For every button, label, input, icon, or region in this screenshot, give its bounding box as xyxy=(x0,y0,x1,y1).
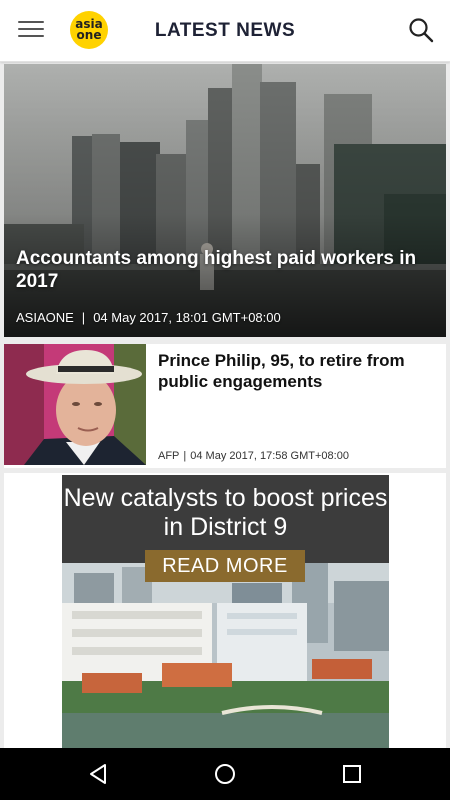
meta-separator: | xyxy=(81,310,86,325)
article-headline[interactable]: Prince Philip, 95, to retire from public… xyxy=(158,350,440,392)
featured-article-image xyxy=(4,64,446,337)
featured-article-meta: ASIAONE | 04 May 2017, 18:01 GMT+08:00 xyxy=(16,310,281,325)
article-card[interactable]: Prince Philip, 95, to retire from public… xyxy=(4,344,446,468)
app-bar: asia one LATEST NEWS xyxy=(0,0,450,62)
page-title: LATEST NEWS xyxy=(154,20,296,41)
featured-article-headline[interactable]: Accountants among highest paid workers i… xyxy=(16,247,440,293)
back-triangle-icon[interactable] xyxy=(86,762,110,786)
ad-container: New catalysts to boost prices in Distric… xyxy=(4,473,446,748)
read-more-button[interactable]: READ MORE xyxy=(145,550,305,582)
article-source: ASIAONE xyxy=(16,310,74,325)
article-source: AFP xyxy=(158,450,180,462)
search-icon[interactable] xyxy=(408,17,434,43)
ad-headline: New catalysts to boost prices in Distric… xyxy=(63,484,388,541)
article-timestamp: 04 May 2017, 18:01 GMT+08:00 xyxy=(93,310,281,325)
article-thumbnail xyxy=(4,344,146,465)
advertisement-banner[interactable]: New catalysts to boost prices in Distric… xyxy=(62,475,389,748)
recents-square-icon[interactable] xyxy=(340,762,364,786)
article-timestamp: 04 May 2017, 17:58 GMT+08:00 xyxy=(190,450,349,462)
home-circle-icon[interactable] xyxy=(213,762,237,786)
meta-separator: | xyxy=(183,450,187,462)
ad-cityscape-image xyxy=(62,563,389,748)
article-meta: AFP | 04 May 2017, 17:58 GMT+08:00 xyxy=(158,450,349,462)
featured-article-card[interactable]: Accountants among highest paid workers i… xyxy=(4,64,446,337)
system-navigation-bar xyxy=(0,748,450,800)
